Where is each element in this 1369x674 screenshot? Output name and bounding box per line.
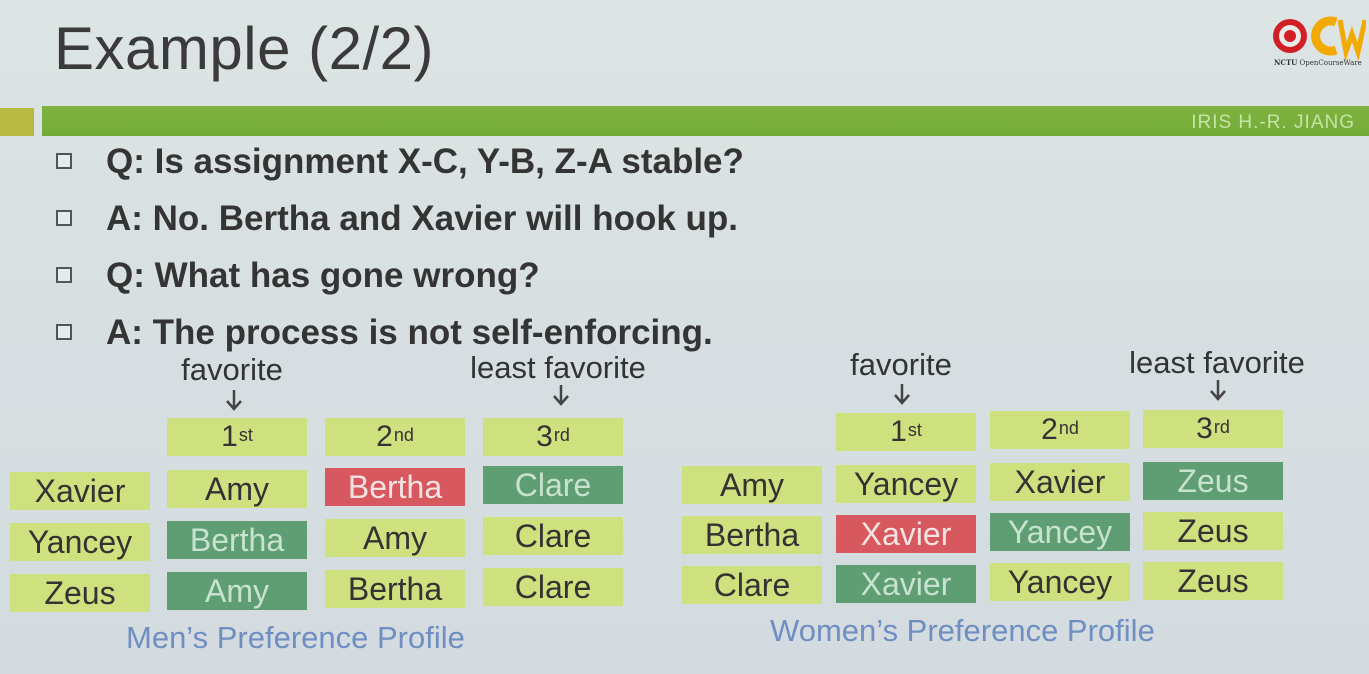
men-pref-cell: Amy <box>325 519 465 557</box>
ocw-logo-icon <box>1273 16 1366 60</box>
slide-title: Example (2/2) <box>54 15 434 82</box>
women-header-rank: 3rd <box>1143 410 1283 448</box>
men-pref-cell: Clare <box>483 568 623 606</box>
women-pref-cell: Yancey <box>836 465 976 503</box>
men-pref-cell: Clare <box>483 466 623 504</box>
down-arrow-icon <box>1210 380 1226 401</box>
title-bar-accent <box>0 108 34 136</box>
down-arrow-icon <box>226 390 242 411</box>
women-header-rank: 2nd <box>990 411 1130 449</box>
men-pref-cell: Amy <box>167 470 307 508</box>
women-row-name: Amy <box>682 466 822 504</box>
men-favorite-label: favorite <box>181 352 283 387</box>
bullet-square-icon <box>56 323 72 340</box>
women-row-name: Clare <box>682 566 822 604</box>
men-pref-cell: Bertha <box>167 521 307 559</box>
men-header-rank: 3rd <box>483 418 623 456</box>
ocw-logo: NCTU OpenCourseWare <box>1270 14 1366 70</box>
men-profile-caption: Men’s Preference Profile <box>126 620 465 655</box>
slide: Example (2/2) NCTU OpenCourseWare IRIS H… <box>0 0 1369 674</box>
men-least-favorite-label: least favorite <box>470 350 646 385</box>
bullet-square-icon <box>56 209 72 226</box>
down-arrow-icon <box>894 384 910 405</box>
men-row-name: Zeus <box>10 574 150 612</box>
women-profile-caption: Women’s Preference Profile <box>770 613 1155 648</box>
men-header-rank: 1st <box>167 418 307 456</box>
women-pref-cell: Yancey <box>990 563 1130 601</box>
men-row-name: Xavier <box>10 472 150 510</box>
bullet-square-icon <box>56 152 72 169</box>
women-pref-cell: Zeus <box>1143 512 1283 550</box>
author-name: IRIS H.-R. JIANG <box>1191 112 1355 133</box>
bullet-item: A: The process is not self-enforcing. <box>56 313 713 353</box>
men-row-name: Yancey <box>10 523 150 561</box>
women-pref-cell: Xavier <box>836 565 976 603</box>
women-header-rank: 1st <box>836 413 976 451</box>
men-pref-cell: Bertha <box>325 468 465 506</box>
women-row-name: Bertha <box>682 516 822 554</box>
bullet-item: A: No. Bertha and Xavier will hook up. <box>56 199 738 239</box>
women-pref-cell: Zeus <box>1143 562 1283 600</box>
women-pref-cell: Xavier <box>836 515 976 553</box>
women-least-favorite-label: least favorite <box>1129 345 1305 380</box>
men-header-rank: 2nd <box>325 418 465 456</box>
women-pref-cell: Yancey <box>990 513 1130 551</box>
women-pref-cell: Zeus <box>1143 462 1283 500</box>
women-pref-cell: Xavier <box>990 463 1130 501</box>
title-bar <box>42 106 1369 136</box>
bullet-item: Q: Is assignment X-C, Y-B, Z-A stable? <box>56 142 744 182</box>
logo-caption: NCTU OpenCourseWare <box>1274 58 1362 67</box>
down-arrow-icon <box>553 385 569 406</box>
men-pref-cell: Bertha <box>325 570 465 608</box>
women-favorite-label: favorite <box>850 347 952 382</box>
men-pref-cell: Amy <box>167 572 307 610</box>
bullet-square-icon <box>56 266 72 283</box>
bullet-item: Q: What has gone wrong? <box>56 256 540 296</box>
men-pref-cell: Clare <box>483 517 623 555</box>
